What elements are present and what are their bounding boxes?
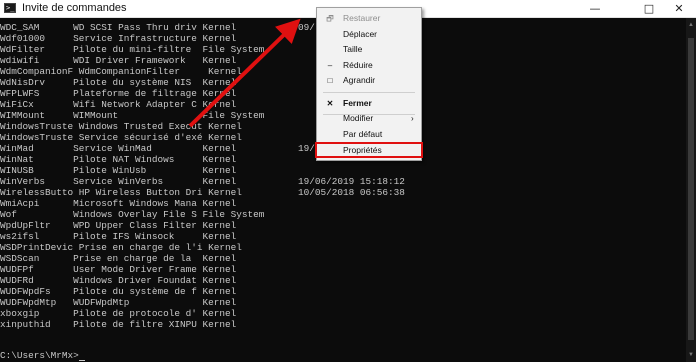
menu-item-label: Agrandir bbox=[343, 75, 376, 85]
date-column-value: 10/05/2018 06:56:38 bbox=[298, 187, 405, 198]
console-line: WUDFWpdMtp WUDFWpdMtp Kernel bbox=[0, 297, 237, 308]
maximize-button[interactable]: □ bbox=[632, 0, 666, 17]
console-line: xboxgip Pilote de protocole d' Kernel bbox=[0, 308, 237, 319]
console-line: WdFilter Pilote du mini-filtre File Syst… bbox=[0, 44, 265, 55]
menu-item-fermer[interactable]: ✕ Fermer bbox=[317, 96, 421, 111]
console-line: WINUSB Pilote WinUsb Kernel bbox=[0, 165, 237, 176]
console-line: wdiwifi WDI Driver Framework Kernel bbox=[0, 55, 237, 66]
scroll-up-icon[interactable]: ▲ bbox=[688, 22, 694, 28]
console-line: WindowsTruste Service sécurisé d'exé Ker… bbox=[0, 132, 242, 143]
minimize-button[interactable]: — bbox=[578, 0, 612, 17]
menu-item-reduire[interactable]: – Réduire bbox=[317, 58, 421, 73]
console-line: WSDPrintDevic Prise en charge de l'i Ker… bbox=[0, 242, 242, 253]
console-line: WinVerbs Service WinVerbs Kernel bbox=[0, 176, 237, 187]
menu-item-par-defaut[interactable]: Par défaut bbox=[317, 127, 421, 142]
date-column-value: 09/ bbox=[298, 22, 315, 33]
menu-item-deplacer[interactable]: Déplacer bbox=[317, 27, 421, 42]
date-column-value: 19/06/2019 15:18:12 bbox=[298, 176, 405, 187]
chevron-right-icon: › bbox=[411, 114, 414, 123]
console-line: WinNat Pilote NAT Windows Kernel bbox=[0, 154, 237, 165]
scrollbar-thumb[interactable] bbox=[688, 38, 694, 340]
menu-item-label: Modifier bbox=[343, 113, 374, 123]
command-prompt[interactable]: C:\Users\MrMx> bbox=[0, 350, 85, 361]
vertical-scrollbar[interactable]: ▲ ▼ bbox=[686, 18, 696, 362]
console-line: ws2ifsl Pilote IFS Winsock Kernel bbox=[0, 231, 237, 242]
console-line: WindowsTruste Windows Trusted Execut Ker… bbox=[0, 121, 242, 132]
system-context-menu: 🗗 Restaurer Déplacer Taille – Réduire □ … bbox=[316, 7, 422, 161]
console-line: WUDFPf User Mode Driver Frame Kernel bbox=[0, 264, 237, 275]
menu-item-label: Déplacer bbox=[343, 29, 378, 39]
prompt-text: C:\Users\MrMx> bbox=[0, 350, 79, 361]
cmd-icon[interactable]: >_ bbox=[4, 3, 16, 13]
menu-item-label: Par défaut bbox=[343, 129, 383, 139]
window-title: Invite de commandes bbox=[22, 2, 127, 14]
menu-item-taille[interactable]: Taille bbox=[317, 42, 421, 57]
console-line: WirelessButto HP Wireless Button Dri Ker… bbox=[0, 187, 242, 198]
menu-item-label: Taille bbox=[343, 44, 363, 54]
minimize-icon: – bbox=[327, 61, 333, 70]
console-line: Wof Windows Overlay File S File System bbox=[0, 209, 265, 220]
menu-item-modifier[interactable]: Modifier › bbox=[317, 111, 421, 126]
console-line: WdNisDrv Pilote du système NIS Kernel bbox=[0, 77, 237, 88]
close-icon: ✕ bbox=[326, 99, 334, 108]
menu-item-agrandir[interactable]: □ Agrandir bbox=[317, 73, 421, 88]
console-line: WinMad Service WinMad Kernel bbox=[0, 143, 237, 154]
menu-item-restaurer[interactable]: 🗗 Restaurer bbox=[317, 11, 421, 26]
console-line: WmiAcpi Microsoft Windows Mana Kernel bbox=[0, 198, 237, 209]
date-column-value: 19/ bbox=[298, 143, 315, 154]
console-line: WIMMount WIMMount File System bbox=[0, 110, 265, 121]
console-line: WSDScan Prise en charge de la Kernel bbox=[0, 253, 237, 264]
console-line: xinputhid Pilote de filtre XINPU Kernel bbox=[0, 319, 237, 330]
console-line: WFPLWFS Plateforme de filtrage Kernel bbox=[0, 88, 237, 99]
console-line: WDC_SAM WD SCSI Pass Thru driv Kernel bbox=[0, 22, 237, 33]
restore-icon: 🗗 bbox=[326, 14, 334, 23]
text-cursor bbox=[78, 360, 85, 361]
console-line: WUDFRd Windows Driver Foundat Kernel bbox=[0, 275, 237, 286]
console-line: WUDFWpdFs Pilote du système de f Kernel bbox=[0, 286, 237, 297]
menu-item-label: Restaurer bbox=[343, 13, 381, 23]
maximize-icon: □ bbox=[327, 76, 333, 85]
menu-item-label: Réduire bbox=[343, 60, 373, 70]
close-button[interactable]: ✕ bbox=[662, 0, 696, 17]
console-line: WiFiCx Wifi Network Adapter C Kernel bbox=[0, 99, 237, 110]
console-line: Wdf01000 Service Infrastructure Kernel bbox=[0, 33, 237, 44]
scroll-down-icon[interactable]: ▼ bbox=[688, 352, 694, 358]
menu-item-label: Fermer bbox=[343, 98, 372, 108]
menu-separator bbox=[323, 92, 415, 93]
proprietes-highlight-box bbox=[315, 142, 423, 158]
console-line: WdmCompanionF WdmCompanionFilter Kernel bbox=[0, 66, 242, 77]
console-line: WpdUpFltr WPD Upper Class Filter Kernel bbox=[0, 220, 237, 231]
